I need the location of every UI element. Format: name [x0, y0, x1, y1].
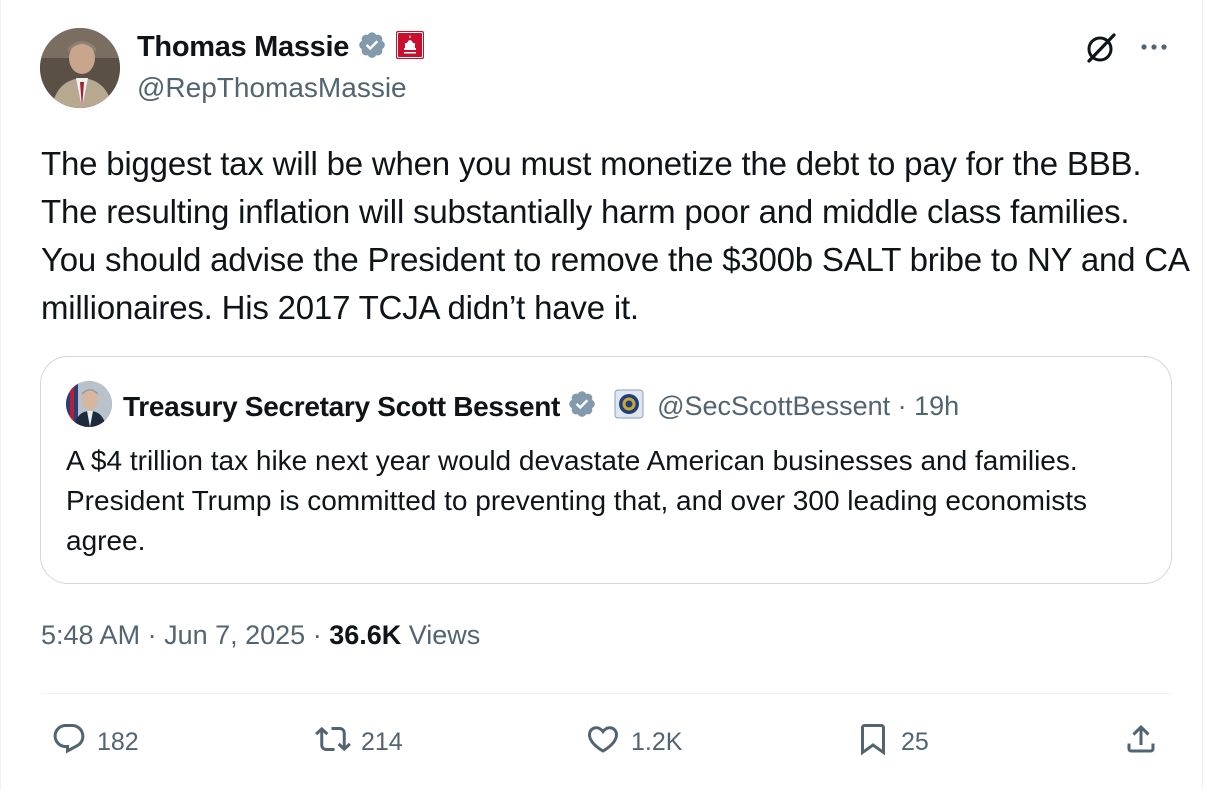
reply-button[interactable]: 182 — [51, 722, 139, 762]
tweet-card: Thomas Massie @RepThomasMassie The bigge… — [0, 0, 1203, 790]
tweet-meta: 5:48 AM · Jun 7, 2025 · 36.6K Views — [41, 620, 480, 651]
author-row: Thomas Massie — [137, 30, 425, 65]
reply-count: 182 — [97, 727, 139, 756]
avatar[interactable] — [40, 28, 120, 108]
tweet-time[interactable]: 5:48 AM — [41, 620, 140, 650]
meta-separator: · — [305, 620, 330, 650]
author-handle[interactable]: @RepThomasMassie — [137, 72, 407, 104]
quote-handle[interactable]: @SecScottBessent — [657, 391, 890, 422]
like-button[interactable]: 1.2K — [585, 722, 682, 762]
quote-text: A $4 trillion tax hike next year would d… — [66, 445, 1087, 556]
tweet-text: The biggest tax will be when you must mo… — [41, 145, 1188, 326]
bookmark-button[interactable]: 25 — [855, 722, 929, 762]
quoted-tweet[interactable]: Treasury Secretary Scott Bessent @SecSco… — [40, 356, 1172, 584]
author-name[interactable]: Thomas Massie — [137, 31, 349, 64]
verified-badge-icon — [567, 389, 597, 424]
like-count: 1.2K — [631, 727, 683, 756]
bookmark-count: 25 — [901, 727, 929, 756]
quote-separator: · — [890, 391, 915, 421]
like-icon — [585, 721, 621, 764]
views-count: 36.6K — [329, 620, 402, 650]
repost-button[interactable]: 214 — [315, 722, 403, 762]
share-button[interactable] — [1123, 722, 1159, 762]
quote-header: Treasury Secretary Scott Bessent @SecSco… — [123, 389, 959, 424]
grok-icon[interactable] — [1083, 30, 1119, 66]
bookmark-icon — [855, 721, 891, 764]
house-badge-icon — [395, 30, 425, 65]
quote-avatar[interactable] — [66, 381, 112, 427]
quote-time[interactable]: 19h — [914, 391, 959, 422]
meta-separator: · — [140, 620, 165, 650]
treasury-badge-icon — [614, 389, 644, 424]
repost-icon — [315, 721, 351, 764]
divider — [41, 693, 1172, 694]
verified-badge-icon — [357, 30, 387, 65]
repost-count: 214 — [361, 727, 403, 756]
quote-author-name[interactable]: Treasury Secretary Scott Bessent — [123, 391, 560, 423]
share-icon — [1123, 721, 1159, 764]
tweet-date[interactable]: Jun 7, 2025 — [164, 620, 305, 650]
views-label: Views — [408, 620, 481, 650]
more-icon[interactable] — [1137, 28, 1171, 64]
reply-icon — [51, 721, 87, 764]
